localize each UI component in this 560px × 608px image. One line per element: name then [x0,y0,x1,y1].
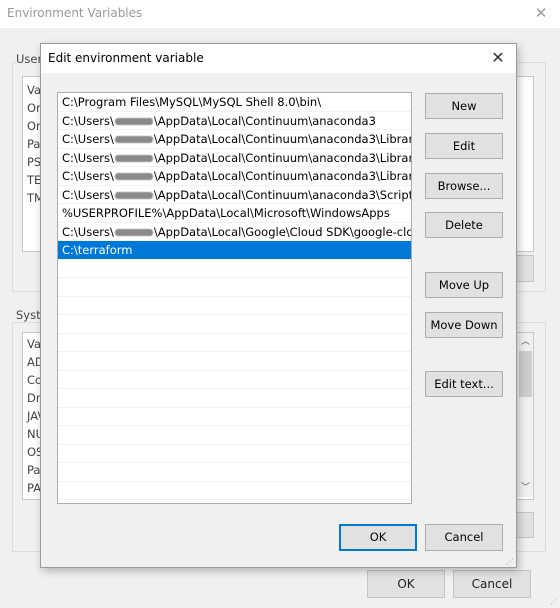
path-row[interactable]: C:\Users\ \AppData\Local\Google\Cloud SDK… [58,223,411,241]
edit-environment-variable-dialog: Edit environment variable ✕ C:\Program F… [40,43,517,568]
path-text: %USERPROFILE%\AppData\Local\Microsoft\Wi… [62,206,390,220]
redacted-username [114,154,153,162]
bg-cancel-button[interactable]: Cancel [453,570,531,598]
path-row[interactable]: C:\Users\ \AppData\Local\Continuum\anacon… [58,186,411,204]
path-row-empty[interactable] [58,334,411,352]
scroll-up-icon[interactable]: ︿ [517,335,534,349]
path-row-empty[interactable] [58,445,411,463]
dialog-titlebar: Edit environment variable ✕ [41,44,516,73]
path-row-empty[interactable] [58,426,411,445]
path-row-empty[interactable] [58,352,411,371]
path-row[interactable]: C:\Users\ \AppData\Local\Continuum\anacon… [58,149,411,167]
scroll-thumb[interactable] [519,351,532,397]
path-row-empty[interactable] [58,315,411,334]
system-list-scrollbar[interactable]: ︿ ﹀ [516,333,533,497]
path-row-empty[interactable] [58,482,411,500]
redacted-username [114,228,153,236]
path-text: \AppData\Local\Continuum\anaconda3\Libra… [153,132,411,146]
delete-button[interactable]: Delete [425,212,503,238]
path-text: C:\Users\ [62,113,114,128]
user-variables-button[interactable] [516,255,534,282]
path-row[interactable]: %USERPROFILE%\AppData\Local\Microsoft\Wi… [58,204,411,223]
system-variables-button[interactable] [516,512,534,538]
cancel-button[interactable]: Cancel [425,524,503,551]
path-row[interactable]: C:\Program Files\MySQL\MySQL Shell 8.0\b… [58,93,411,112]
redacted-username [114,191,153,199]
path-row[interactable]: C:\Users\ \AppData\Local\Continuum\anacon… [58,130,411,149]
bg-window-title: Environment Variables [7,6,143,20]
path-row-empty[interactable] [58,278,411,297]
close-icon[interactable]: ✕ [532,4,550,22]
bg-ok-button[interactable]: OK [367,570,445,598]
path-row-selected[interactable]: C:\terraform [58,241,411,260]
path-row-empty[interactable] [58,297,411,315]
system-list-row[interactable]: PA [27,481,41,495]
path-text: C:\Users\ [62,187,114,202]
path-text: \AppData\Local\Continuum\anaconda3\Libra… [153,150,411,165]
resize-grip-icon[interactable]: ⋰ [506,557,514,566]
path-list[interactable]: C:\Program Files\MySQL\MySQL Shell 8.0\b… [57,92,412,504]
edit-button[interactable]: Edit [425,133,503,159]
path-text: C:\terraform [62,243,133,257]
resize-grip-icon[interactable]: ⋰ [550,597,558,606]
redacted-username [114,136,153,143]
new-button[interactable]: New [425,93,503,119]
redacted-username [114,173,153,180]
path-text: \AppData\Local\Google\Cloud SDK\google-c… [153,224,411,239]
path-text: \AppData\Local\Continuum\anaconda3\Libra… [153,169,411,183]
scroll-down-icon[interactable]: ﹀ [517,481,534,495]
path-text: \AppData\Local\Continuum\anaconda3 [153,113,376,128]
bg-titlebar: Environment Variables ✕ [0,0,560,28]
path-row[interactable]: C:\Users\ \AppData\Local\Continuum\anacon… [58,167,411,186]
dialog-title: Edit environment variable [48,51,204,65]
browse-button[interactable]: Browse... [425,173,503,199]
redacted-username [114,117,153,125]
path-row-empty[interactable] [58,463,411,482]
path-text: C:\Users\ [62,150,114,165]
path-text: C:\Program Files\MySQL\MySQL Shell 8.0\b… [62,95,322,109]
edit-text-button[interactable]: Edit text... [425,371,503,397]
path-row-empty[interactable] [58,408,411,426]
path-row-empty[interactable] [58,389,411,408]
path-row-empty[interactable] [58,371,411,389]
move-down-button[interactable]: Move Down [425,312,503,338]
ok-button[interactable]: OK [339,524,417,551]
path-row[interactable]: C:\Users\ \AppData\Local\Continuum\anacon… [58,112,411,130]
path-row-empty[interactable] [58,260,411,278]
path-text: C:\Users\ [62,132,114,146]
path-text: \AppData\Local\Continuum\anaconda3\Scrip… [153,187,411,202]
close-icon[interactable]: ✕ [488,48,508,68]
path-text: C:\Users\ [62,169,114,183]
move-up-button[interactable]: Move Up [425,272,503,298]
path-text: C:\Users\ [62,224,114,239]
